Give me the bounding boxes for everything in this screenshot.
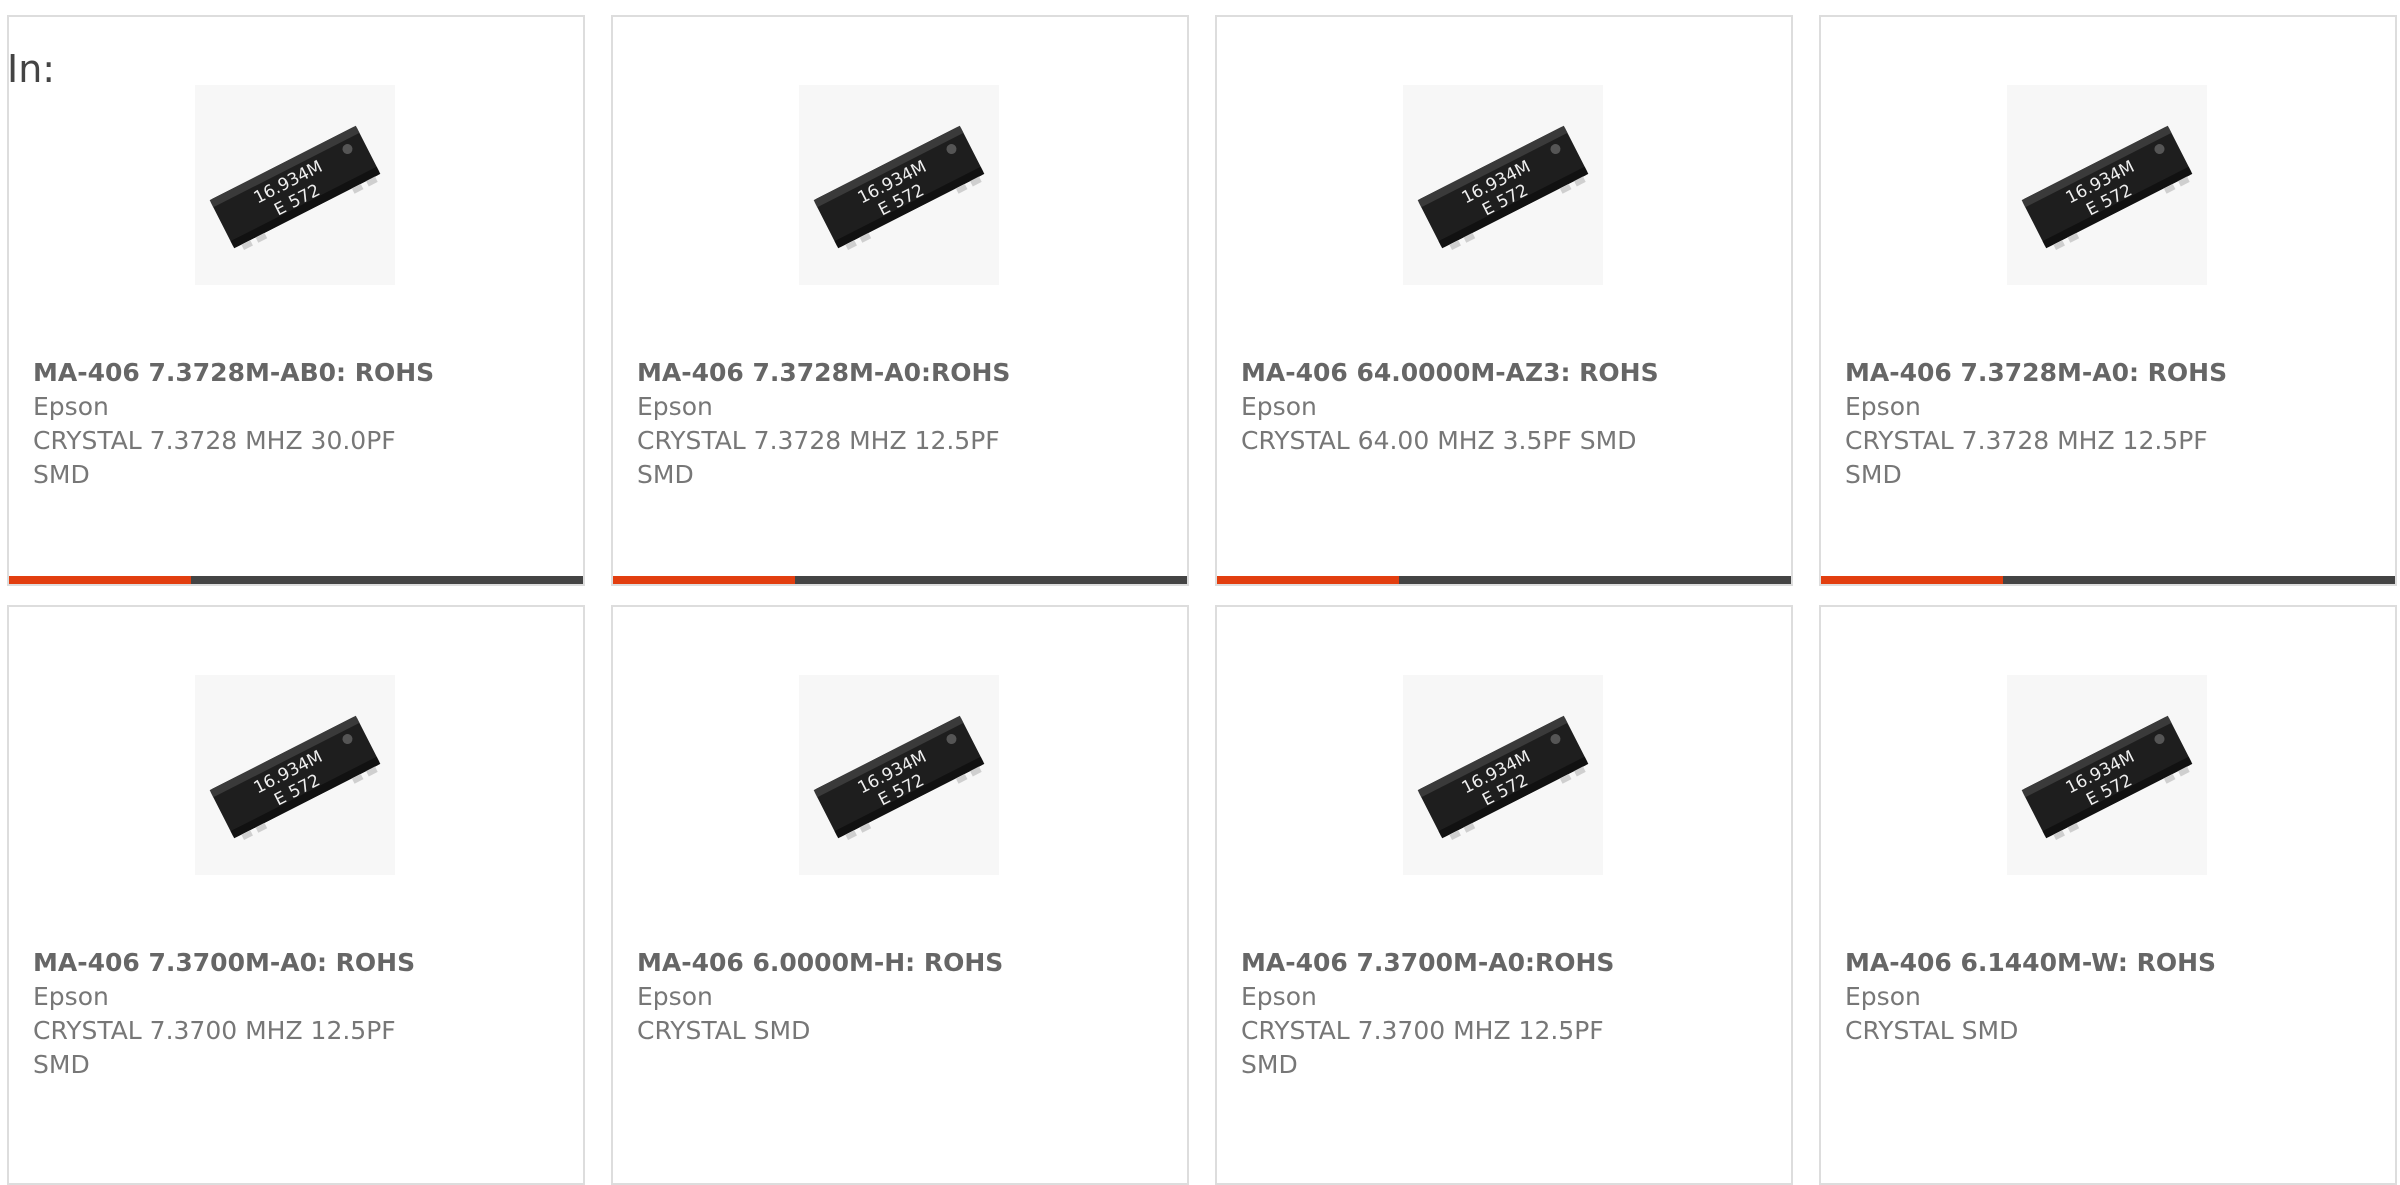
product-card[interactable]: 16.934M E 572 MA-406 7.3700M-A0:ROHS Eps… (1215, 605, 1793, 1185)
filter-label: In: (7, 47, 56, 91)
product-info: MA-406 7.3728M-AB0: ROHS Epson CRYSTAL 7… (33, 356, 453, 492)
description: CRYSTAL 7.3700 MHZ 12.5PF SMD (33, 1016, 396, 1079)
card-bottom-bar (613, 576, 1187, 584)
part-number[interactable]: MA-406 64.0000M-AZ3: ROHS (1241, 356, 1661, 390)
description: CRYSTAL 7.3728 MHZ 30.0PF SMD (33, 426, 396, 489)
product-card[interactable]: 16.934M E 572 MA-406 7.3728M-A0: ROHS Ep… (1819, 15, 2397, 586)
crystal-image: 16.934M E 572 (1403, 85, 1603, 285)
product-info: MA-406 7.3700M-A0: ROHS Epson CRYSTAL 7.… (33, 946, 453, 1082)
part-number[interactable]: MA-406 7.3700M-A0:ROHS (1241, 946, 1661, 980)
card-accent (613, 576, 795, 584)
product-info: MA-406 7.3728M-A0: ROHS Epson CRYSTAL 7.… (1845, 356, 2265, 492)
description: CRYSTAL SMD (637, 1016, 811, 1045)
product-info: MA-406 7.3700M-A0:ROHS Epson CRYSTAL 7.3… (1241, 946, 1661, 1082)
manufacturer: Epson (33, 392, 109, 421)
part-number[interactable]: MA-406 6.1440M-W: ROHS (1845, 946, 2265, 980)
part-number[interactable]: MA-406 7.3728M-A0:ROHS (637, 356, 1057, 390)
description: CRYSTAL 64.00 MHZ 3.5PF SMD (1241, 426, 1637, 455)
crystal-image: 16.934M E 572 (1403, 675, 1603, 875)
crystal-image: 16.934M E 572 (195, 675, 395, 875)
part-number[interactable]: MA-406 7.3700M-A0: ROHS (33, 946, 453, 980)
card-accent (1821, 576, 2003, 584)
product-card[interactable]: 16.934M E 572 MA-406 7.3700M-A0: ROHS Ep… (7, 605, 585, 1185)
product-info: MA-406 6.0000M-H: ROHS Epson CRYSTAL SMD (637, 946, 1057, 1048)
manufacturer: Epson (637, 392, 713, 421)
product-info: MA-406 7.3728M-A0:ROHS Epson CRYSTAL 7.3… (637, 356, 1057, 492)
product-info: MA-406 6.1440M-W: ROHS Epson CRYSTAL SMD (1845, 946, 2265, 1048)
card-bottom-bar (1217, 576, 1791, 584)
description: CRYSTAL SMD (1845, 1016, 2019, 1045)
product-card[interactable]: 16.934M E 572 MA-406 6.1440M-W: ROHS Eps… (1819, 605, 2397, 1185)
crystal-image: 16.934M E 572 (195, 85, 395, 285)
part-number[interactable]: MA-406 7.3728M-AB0: ROHS (33, 356, 453, 390)
crystal-image: 16.934M E 572 (799, 85, 999, 285)
product-info: MA-406 64.0000M-AZ3: ROHS Epson CRYSTAL … (1241, 356, 1661, 458)
manufacturer: Epson (1845, 982, 1921, 1011)
manufacturer: Epson (1241, 982, 1317, 1011)
manufacturer: Epson (33, 982, 109, 1011)
description: CRYSTAL 7.3728 MHZ 12.5PF SMD (1845, 426, 2208, 489)
description: CRYSTAL 7.3728 MHZ 12.5PF SMD (637, 426, 1000, 489)
manufacturer: Epson (637, 982, 713, 1011)
product-card[interactable]: 16.934M E 572 MA-406 64.0000M-AZ3: ROHS … (1215, 15, 1793, 586)
product-card[interactable]: 16.934M E 572 MA-406 6.0000M-H: ROHS Eps… (611, 605, 1189, 1185)
crystal-image: 16.934M E 572 (799, 675, 999, 875)
crystal-image: 16.934M E 572 (2007, 675, 2207, 875)
manufacturer: Epson (1241, 392, 1317, 421)
product-card[interactable]: 16.934M E 572 MA-406 7.3728M-A0:ROHS Eps… (611, 15, 1189, 586)
card-accent (9, 576, 191, 584)
product-grid: 16.934M E 572 MA-406 7.3728M-AB0: ROHS E… (0, 0, 2400, 1185)
part-number[interactable]: MA-406 7.3728M-A0: ROHS (1845, 356, 2265, 390)
product-card[interactable]: 16.934M E 572 MA-406 7.3728M-AB0: ROHS E… (7, 15, 585, 586)
card-bottom-bar (9, 576, 583, 584)
card-bottom-bar (1821, 576, 2395, 584)
description: CRYSTAL 7.3700 MHZ 12.5PF SMD (1241, 1016, 1604, 1079)
card-accent (1217, 576, 1399, 584)
crystal-image: 16.934M E 572 (2007, 85, 2207, 285)
manufacturer: Epson (1845, 392, 1921, 421)
part-number[interactable]: MA-406 6.0000M-H: ROHS (637, 946, 1057, 980)
